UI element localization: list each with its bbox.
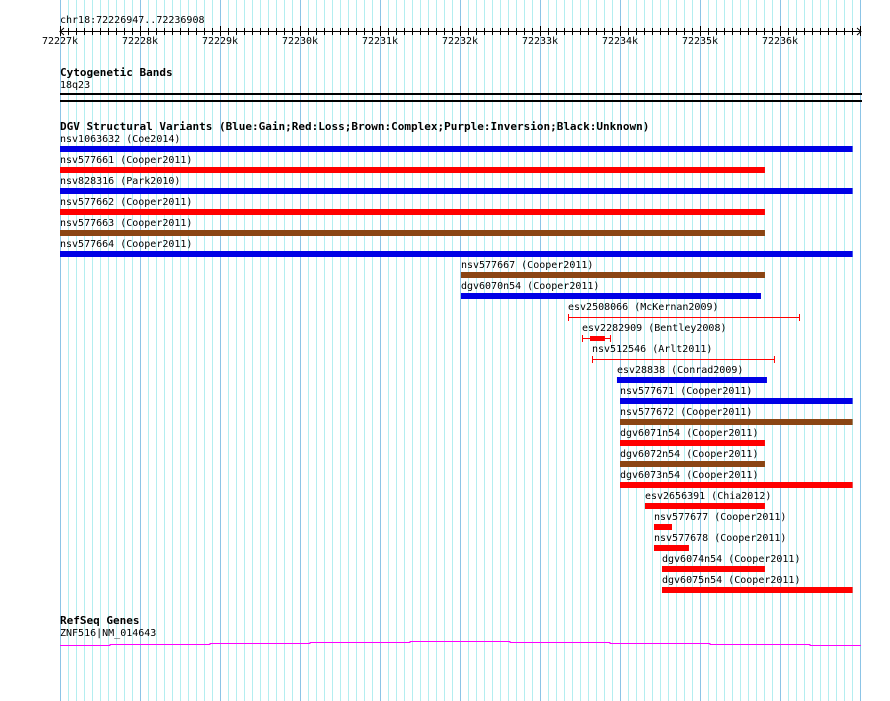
dgv-track-title[interactable]: DGV Structural Variants (Blue:Gain;Red:L… (60, 121, 649, 133)
variant-block (620, 398, 853, 404)
variant-block (60, 209, 765, 215)
variant-bar[interactable] (0, 418, 890, 428)
variant-block (460, 293, 761, 299)
axis-tick-label: 72232k (442, 36, 478, 47)
genome-browser-view: chr18:72226947..72236908 72227k 72228k 722… (0, 0, 890, 701)
variant-bar[interactable] (0, 145, 890, 155)
variant-bar[interactable] (0, 376, 890, 386)
variant-block (60, 167, 765, 173)
variant-bar[interactable] (0, 460, 890, 470)
variant-block (654, 524, 672, 530)
variant-bar[interactable] (0, 544, 890, 554)
axis-tick-label: 72227k (42, 36, 78, 47)
variant-bar[interactable] (0, 334, 890, 344)
cytoband-line-2 (60, 100, 862, 102)
variant-block (60, 146, 853, 152)
variant-bar[interactable] (0, 439, 890, 449)
variant-bar[interactable] (0, 565, 890, 575)
axis-tick-label: 72229k (202, 36, 238, 47)
variant-block (662, 587, 853, 593)
variant-block (620, 482, 853, 488)
variant-block (654, 545, 689, 551)
variant-bar[interactable] (0, 250, 890, 260)
variant-bar[interactable] (0, 208, 890, 218)
variant-bar[interactable] (0, 187, 890, 197)
variant-block (662, 566, 765, 572)
variant-block (60, 188, 853, 194)
variant-block (620, 440, 765, 446)
variant-bar[interactable] (0, 166, 890, 176)
variant-thick-block (590, 336, 605, 341)
variant-block (620, 419, 853, 425)
axis-tick-label: 72230k (282, 36, 318, 47)
variant-bar[interactable] (0, 355, 890, 365)
axis-tick-label: 72235k (682, 36, 718, 47)
variant-bar[interactable] (0, 502, 890, 512)
variant-bar[interactable] (0, 229, 890, 239)
axis-tick-label: 72236k (762, 36, 798, 47)
axis-tick-label: 72231k (362, 36, 398, 47)
variant-block (616, 377, 767, 383)
variant-block (644, 503, 765, 509)
cytoband-label: 18q23 (60, 80, 91, 91)
variant-bar[interactable] (0, 481, 890, 491)
variant-block (60, 251, 853, 257)
variant-bar[interactable] (0, 292, 890, 302)
refseq-track-title[interactable]: RefSeq Genes (60, 615, 139, 627)
ruler-axis[interactable]: 72227k 72228k 72229k 72230k 72231k 72232k 7223… (0, 22, 890, 52)
cytoband-line (60, 93, 862, 95)
variant-block (460, 272, 765, 278)
gene-model-znf516[interactable] (0, 636, 890, 650)
cytoband-track-title[interactable]: Cytogenetic Bands (60, 67, 173, 79)
variant-block (620, 461, 765, 467)
axis-tick-label: 72234k (602, 36, 638, 47)
variant-bar[interactable] (0, 313, 890, 323)
axis-tick-label: 72233k (522, 36, 558, 47)
axis-tick-label: 72228k (122, 36, 158, 47)
variant-bar[interactable] (0, 397, 890, 407)
variant-bar[interactable] (0, 586, 890, 596)
variant-bar[interactable] (0, 523, 890, 533)
variant-bar[interactable] (0, 271, 890, 281)
variant-block (60, 230, 765, 236)
